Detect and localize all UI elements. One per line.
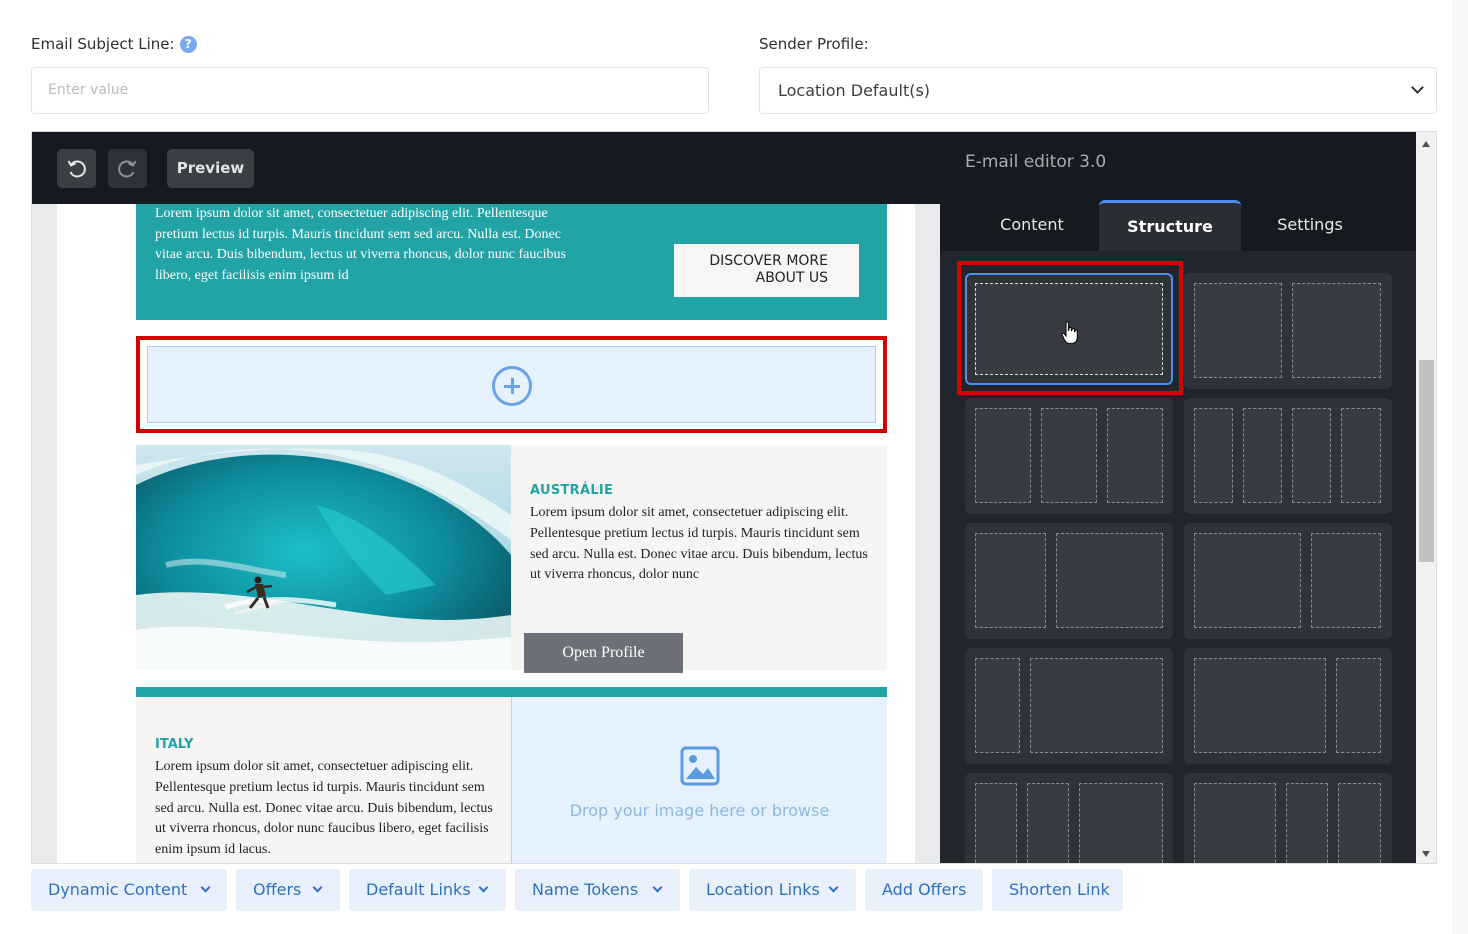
structure-drop-zone[interactable] xyxy=(147,346,876,423)
location-links-label: Location Links xyxy=(706,880,820,899)
sender-profile-select[interactable]: Location Default(s) xyxy=(759,67,1437,114)
default-links-label: Default Links xyxy=(366,880,471,899)
tab-structure[interactable]: Structure xyxy=(1099,200,1241,251)
sender-profile-value: Location Default(s) xyxy=(778,81,931,100)
chevron-down-icon xyxy=(200,882,211,893)
undo-icon xyxy=(67,160,86,178)
email-body: Lorem ipsum dolor sit amet, consectetuer… xyxy=(57,204,915,863)
structure-2-1-1-columns[interactable] xyxy=(1184,773,1392,863)
teal-block-text[interactable]: Lorem ipsum dolor sit amet, consectetuer… xyxy=(155,204,575,286)
scroll-up-arrow-icon[interactable] xyxy=(1422,141,1430,147)
structure-3-1-columns[interactable] xyxy=(1184,648,1392,764)
image-drop-zone[interactable]: Drop your image here or browse xyxy=(511,697,887,863)
subject-input[interactable]: Enter value xyxy=(31,67,709,114)
chevron-down-icon xyxy=(1411,81,1424,94)
redo-button[interactable] xyxy=(108,149,147,188)
location-links-button[interactable]: Location Links xyxy=(689,869,856,911)
add-plus-icon[interactable] xyxy=(492,366,532,406)
image-icon xyxy=(680,746,720,786)
editor-side-panel: E-mail editor 3.0 Content Structure Sett… xyxy=(940,132,1416,863)
panel-title: E-mail editor 3.0 xyxy=(965,152,1107,172)
discover-more-button[interactable]: DISCOVER MORE ABOUT US xyxy=(674,244,859,297)
name-tokens-label: Name Tokens xyxy=(532,880,639,899)
shorten-link-button[interactable]: Shorten Link xyxy=(992,869,1123,911)
structure-4-columns[interactable] xyxy=(1184,398,1392,514)
panel-header: E-mail editor 3.0 Content Structure Sett… xyxy=(940,132,1416,251)
chevron-down-icon xyxy=(478,882,489,893)
offers-button[interactable]: Offers xyxy=(236,869,340,911)
hand-cursor-icon xyxy=(1061,321,1078,345)
scroll-thumb[interactable] xyxy=(1419,360,1434,562)
help-icon[interactable]: ? xyxy=(179,36,197,53)
page-edge xyxy=(1452,0,1468,934)
discover-label-line-1: DISCOVER MORE xyxy=(709,253,828,269)
structure-1-2-columns[interactable] xyxy=(965,523,1173,639)
editor-toolbar: Preview xyxy=(32,132,940,204)
panel-scrollbar[interactable] xyxy=(1416,132,1436,863)
tab-content[interactable]: Content xyxy=(961,200,1103,251)
email-editor: Preview Lorem ipsum dolor sit amet, cons… xyxy=(31,131,1437,864)
teal-divider xyxy=(136,687,887,697)
default-links-button[interactable]: Default Links xyxy=(349,869,506,911)
email-canvas: Lorem ipsum dolor sit amet, consectetuer… xyxy=(32,204,940,863)
australia-text[interactable]: Lorem ipsum dolor sit amet, consectetuer… xyxy=(530,503,870,586)
email-campaign-page: Email Subject Line:? Enter value Sender … xyxy=(0,0,1468,934)
subject-label-row: Email Subject Line:? xyxy=(31,35,197,53)
structure-2-columns[interactable] xyxy=(1184,273,1392,389)
open-profile-button[interactable]: Open Profile xyxy=(524,633,683,673)
subject-label: Email Subject Line: xyxy=(31,35,175,53)
dynamic-content-label: Dynamic Content xyxy=(48,880,188,899)
scroll-down-arrow-icon[interactable] xyxy=(1422,851,1430,857)
structure-1-1-2-columns[interactable] xyxy=(965,773,1173,863)
add-offers-button[interactable]: Add Offers xyxy=(865,869,983,911)
undo-button[interactable] xyxy=(57,149,96,188)
structure-3-columns[interactable] xyxy=(965,398,1173,514)
italy-block[interactable]: ITALY Lorem ipsum dolor sit amet, consec… xyxy=(136,697,511,863)
preview-button[interactable]: Preview xyxy=(167,149,254,188)
redo-icon xyxy=(118,160,137,178)
australia-block[interactable]: AUSTRÁLIE Lorem ipsum dolor sit amet, co… xyxy=(136,445,887,673)
image-drop-text[interactable]: Drop your image here or browse xyxy=(512,801,887,820)
sender-label: Sender Profile: xyxy=(759,35,869,53)
structure-1-3-columns[interactable] xyxy=(965,648,1173,764)
italy-text[interactable]: Lorem ipsum dolor sit amet, consectetuer… xyxy=(155,757,500,861)
australia-title[interactable]: AUSTRÁLIE xyxy=(530,483,613,498)
offers-label: Offers xyxy=(253,880,302,899)
name-tokens-button[interactable]: Name Tokens xyxy=(515,869,680,911)
tab-settings[interactable]: Settings xyxy=(1239,200,1381,251)
structure-2-1-columns[interactable] xyxy=(1184,523,1392,639)
highlight-drop-zone xyxy=(136,336,887,433)
italy-title[interactable]: ITALY xyxy=(155,737,193,752)
chevron-down-icon xyxy=(652,882,663,893)
teal-block[interactable]: Lorem ipsum dolor sit amet, consectetuer… xyxy=(136,204,887,320)
dynamic-content-button[interactable]: Dynamic Content xyxy=(31,869,227,911)
structure-1-column[interactable] xyxy=(965,273,1173,385)
chevron-down-icon xyxy=(312,882,323,893)
chevron-down-icon xyxy=(828,882,839,893)
wave-surfer-image[interactable] xyxy=(136,445,511,670)
discover-label-line-2: ABOUT US xyxy=(755,270,828,286)
